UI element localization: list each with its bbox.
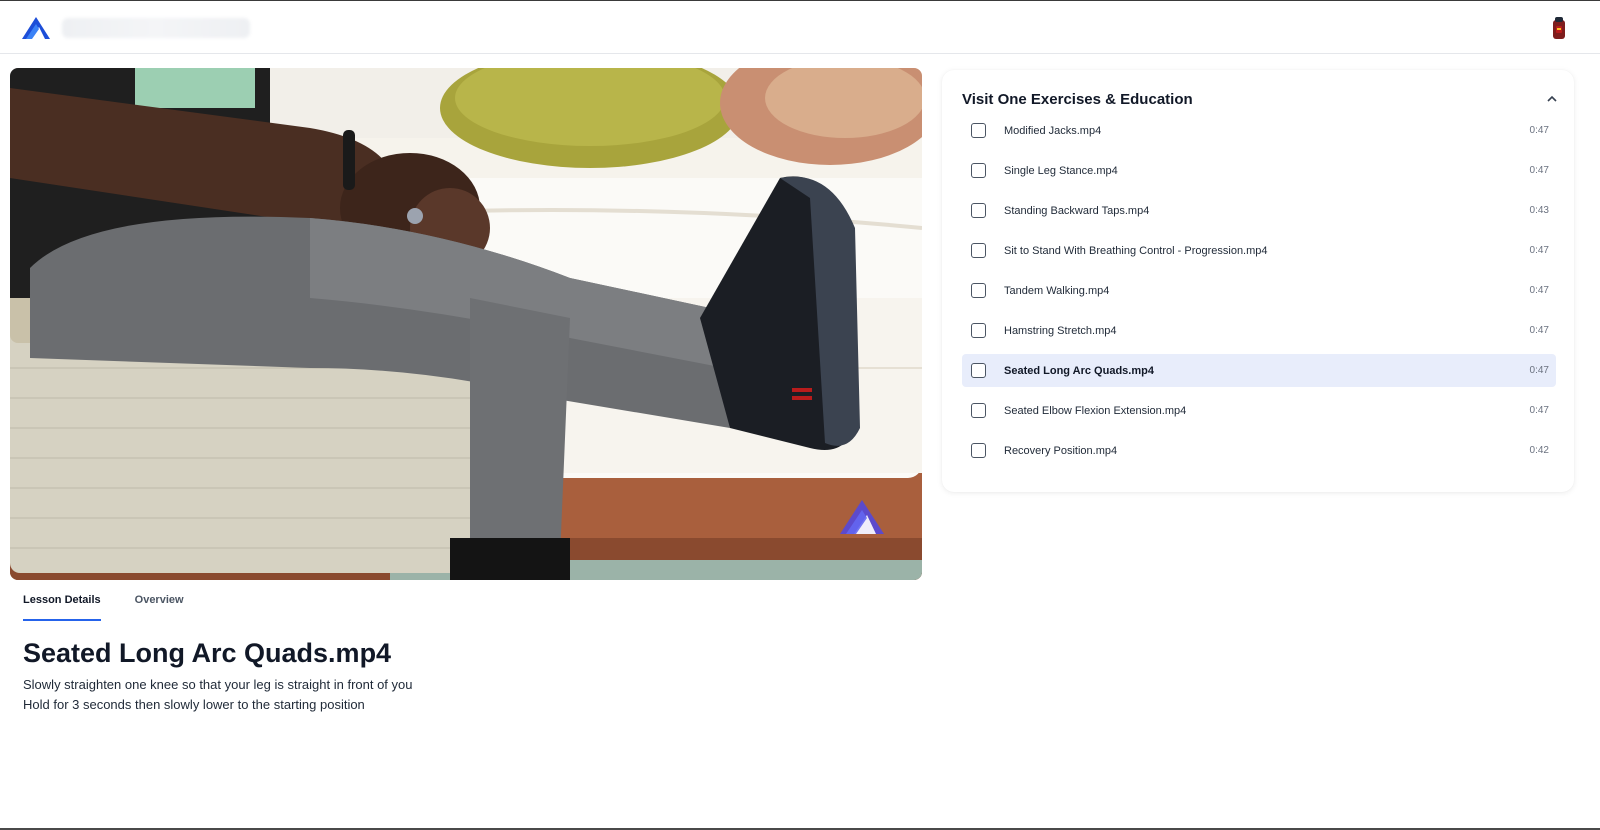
item-duration: 0:42 bbox=[1529, 445, 1549, 456]
playlist-item[interactable]: Modified Jacks.mp4 0:47 bbox=[962, 114, 1556, 147]
item-duration: 0:47 bbox=[1529, 165, 1549, 176]
item-checkbox[interactable] bbox=[971, 403, 986, 418]
item-checkbox[interactable] bbox=[971, 123, 986, 138]
playlist-item[interactable]: Single Leg Stance.mp4 0:47 bbox=[962, 154, 1556, 187]
item-label: Seated Elbow Flexion Extension.mp4 bbox=[1004, 404, 1187, 417]
item-label: Single Leg Stance.mp4 bbox=[1004, 164, 1118, 177]
playlist-list: Modified Jacks.mp4 0:47 Single Leg Stanc… bbox=[962, 114, 1556, 474]
tab-lesson-details[interactable]: Lesson Details bbox=[23, 588, 101, 622]
playlist-item[interactable]: Sit to Stand With Breathing Control - Pr… bbox=[962, 234, 1556, 267]
item-duration: 0:47 bbox=[1529, 125, 1549, 136]
playlist-item[interactable]: Recovery Position.mp4 0:42 bbox=[962, 434, 1556, 467]
item-checkbox[interactable] bbox=[971, 323, 986, 338]
item-label: Standing Backward Taps.mp4 bbox=[1004, 204, 1150, 217]
video-frame-illustration bbox=[10, 68, 922, 580]
video-player[interactable] bbox=[10, 68, 922, 580]
user-avatar-icon[interactable] bbox=[1550, 16, 1568, 40]
description-line: Slowly straighten one knee so that your … bbox=[23, 677, 413, 692]
item-label: Sit to Stand With Breathing Control - Pr… bbox=[1004, 244, 1268, 257]
item-duration: 0:47 bbox=[1529, 285, 1549, 296]
item-checkbox[interactable] bbox=[971, 163, 986, 178]
item-duration: 0:47 bbox=[1529, 325, 1549, 336]
item-duration: 0:47 bbox=[1529, 245, 1549, 256]
playlist-item[interactable]: Tandem Walking.mp4 0:47 bbox=[962, 274, 1556, 307]
playlist-card: Visit One Exercises & Education Modified… bbox=[942, 70, 1574, 492]
playlist-item[interactable]: Hamstring Stretch.mp4 0:47 bbox=[962, 314, 1556, 347]
blurred-app-title bbox=[62, 18, 250, 38]
item-duration: 0:43 bbox=[1529, 205, 1549, 216]
item-checkbox[interactable] bbox=[971, 363, 986, 378]
item-duration: 0:47 bbox=[1529, 405, 1549, 416]
playlist-item[interactable]: Seated Elbow Flexion Extension.mp4 0:47 bbox=[962, 394, 1556, 427]
item-checkbox[interactable] bbox=[971, 203, 986, 218]
video-watermark-icon bbox=[840, 498, 884, 536]
tab-overview[interactable]: Overview bbox=[135, 588, 184, 622]
lesson-title: Seated Long Arc Quads.mp4 bbox=[23, 638, 392, 668]
chevron-up-icon[interactable] bbox=[1542, 90, 1562, 108]
description-line: Hold for 3 seconds then slowly lower to … bbox=[23, 697, 365, 712]
item-label: Seated Long Arc Quads.mp4 bbox=[1004, 364, 1154, 377]
item-label: Modified Jacks.mp4 bbox=[1004, 124, 1102, 137]
playlist-item[interactable]: Standing Backward Taps.mp4 0:43 bbox=[962, 194, 1556, 227]
playlist-item-active[interactable]: Seated Long Arc Quads.mp4 0:47 bbox=[962, 354, 1556, 387]
lesson-tabs: Lesson Details Overview bbox=[23, 588, 184, 622]
playlist-title: Visit One Exercises & Education bbox=[962, 91, 1193, 108]
item-checkbox[interactable] bbox=[971, 443, 986, 458]
item-label: Tandem Walking.mp4 bbox=[1004, 284, 1110, 297]
item-checkbox[interactable] bbox=[971, 243, 986, 258]
item-checkbox[interactable] bbox=[971, 283, 986, 298]
item-duration: 0:47 bbox=[1529, 365, 1549, 376]
item-label: Recovery Position.mp4 bbox=[1004, 444, 1118, 457]
lesson-description: Slowly straighten one knee so that your … bbox=[23, 675, 413, 715]
item-label: Hamstring Stretch.mp4 bbox=[1004, 324, 1117, 337]
app-header bbox=[0, 1, 1600, 54]
brand-logo-icon[interactable] bbox=[22, 16, 50, 40]
